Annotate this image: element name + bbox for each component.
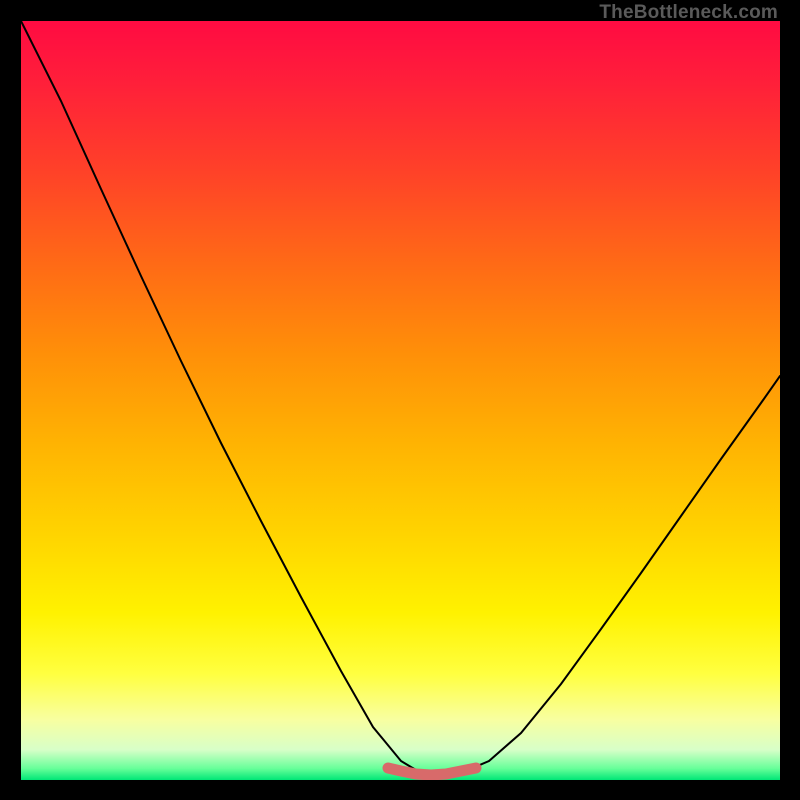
watermark-text: TheBottleneck.com (599, 2, 778, 24)
curve-svg (21, 21, 780, 780)
bottom-highlight (388, 768, 476, 775)
chart-container: TheBottleneck.com (0, 0, 800, 800)
bottleneck-curve (21, 21, 780, 776)
